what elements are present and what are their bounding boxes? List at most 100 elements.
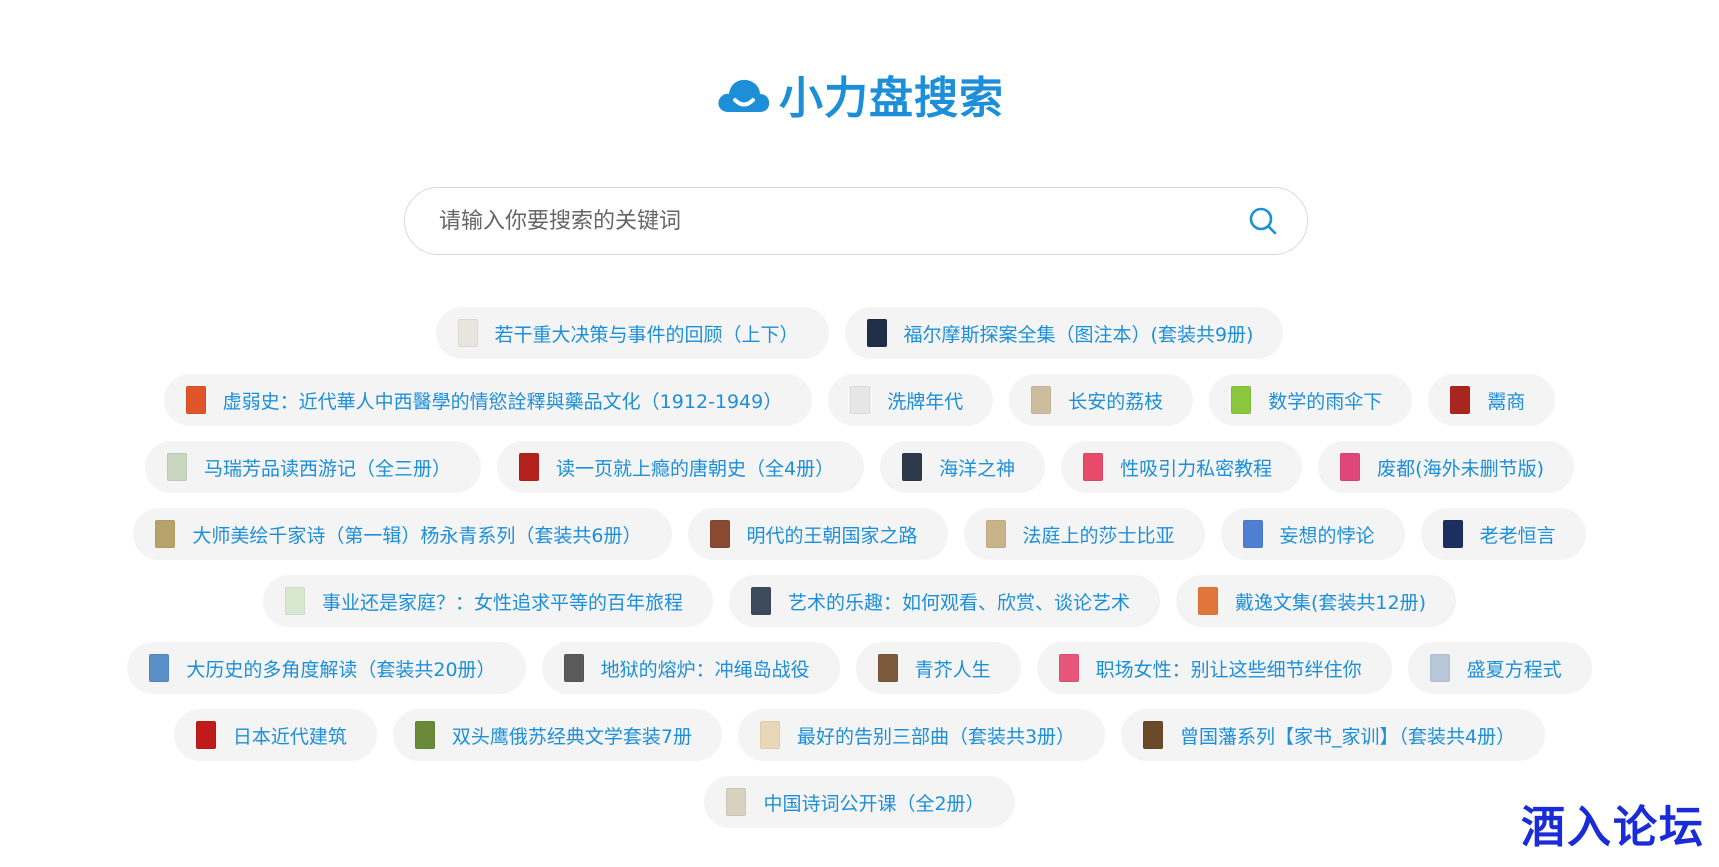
book-cover-thumbnail — [1242, 520, 1263, 548]
book-tag[interactable]: 曾国藩系列【家书_家训】（套装共4册） — [1121, 709, 1546, 761]
book-tag[interactable]: 事业还是家庭？：女性追求平等的百年旅程 — [262, 575, 713, 627]
book-tag-label: 大历史的多角度解读（套装共20册） — [186, 658, 496, 681]
book-tag[interactable]: 法庭上的莎士比亚 — [963, 508, 1205, 560]
tag-row: 日本近代建筑 双头鹰俄苏经典文学套装7册 最好的告别三部曲（套装共3册） 曾国藩系列【… — [0, 709, 1719, 761]
cloud-logo-icon — [718, 79, 770, 112]
book-tag-label: 曾国藩系列【家书_家训】（套装共4册） — [1180, 725, 1516, 748]
book-cover-thumbnail — [709, 520, 730, 548]
tag-row: 虚弱史：近代華人中西醫學的情慾詮釋與藥品文化（1912-1949） 洗牌年代 长安的… — [0, 374, 1719, 426]
tag-row: 中国诗词公开课（全2册） — [0, 776, 1719, 828]
book-cover-thumbnail — [284, 587, 305, 615]
search-box — [404, 187, 1308, 255]
book-tag[interactable]: 大历史的多角度解读（套装共20册） — [127, 642, 526, 694]
book-tag[interactable]: 老老恒言 — [1420, 508, 1586, 560]
book-tag[interactable]: 虚弱史：近代華人中西醫學的情慾詮釋與藥品文化（1912-1949） — [163, 374, 813, 426]
book-cover-thumbnail — [750, 587, 771, 615]
book-tag-label: 鬻商 — [1487, 390, 1526, 413]
book-cover-thumbnail — [1340, 453, 1361, 481]
site-logo[interactable]: 小力盘搜索 — [0, 62, 1719, 126]
book-cover-thumbnail — [850, 386, 871, 414]
book-tag-label: 艺术的乐趣：如何观看、欣赏、谈论艺术 — [787, 591, 1130, 614]
logo-title: 小力盘搜索 — [779, 73, 1004, 124]
book-cover-thumbnail — [1442, 520, 1463, 548]
book-tag-label: 日本近代建筑 — [232, 725, 347, 748]
book-cover-thumbnail — [414, 721, 435, 749]
book-tag-label: 马瑞芳品读西游记（全三册） — [204, 457, 452, 480]
book-tag-label: 洗牌年代 — [887, 390, 964, 413]
book-tag-label: 青芥人生 — [914, 658, 991, 681]
book-cover-thumbnail — [1450, 386, 1471, 414]
book-tag[interactable]: 大师美绘千家诗（第一辑）杨永青系列（套装共6册） — [133, 508, 672, 560]
book-tag[interactable]: 中国诗词公开课（全2册） — [704, 776, 1015, 828]
book-tag[interactable]: 性吸引力私密教程 — [1061, 441, 1303, 493]
hot-search-tags: 若干重大决策与事件的回顾（上下） 福尔摩斯探案全集（图注本）(套装共9册) 虚弱史：… — [0, 307, 1719, 843]
book-tag-label: 地狱的熔炉：冲绳岛战役 — [600, 658, 810, 681]
book-tag[interactable]: 洗牌年代 — [828, 374, 994, 426]
book-tag-label: 法庭上的莎士比亚 — [1022, 524, 1175, 547]
book-tag-label: 事业还是家庭？：女性追求平等的百年旅程 — [321, 591, 683, 614]
book-tag-label: 海洋之神 — [939, 457, 1016, 480]
book-tag-label: 数学的雨伞下 — [1268, 390, 1383, 413]
book-cover-thumbnail — [457, 319, 478, 347]
book-tag[interactable]: 妄想的悖论 — [1220, 508, 1405, 560]
tag-row: 大历史的多角度解读（套装共20册） 地狱的熔炉：冲绳岛战役 青芥人生 职场女性：别让这… — [0, 642, 1719, 694]
book-cover-thumbnail — [1143, 721, 1164, 749]
book-tag[interactable]: 马瑞芳品读西游记（全三册） — [145, 441, 482, 493]
book-tag-label: 虚弱史：近代華人中西醫學的情慾詮釋與藥品文化（1912-1949） — [222, 390, 783, 413]
book-tag-label: 明代的王朝国家之路 — [746, 524, 918, 547]
book-cover-thumbnail — [902, 453, 923, 481]
book-cover-thumbnail — [726, 788, 747, 816]
book-cover-thumbnail — [1083, 453, 1104, 481]
book-tag[interactable]: 读一页就上瘾的唐朝史（全4册） — [497, 441, 865, 493]
book-cover-thumbnail — [185, 386, 206, 414]
book-tag-label: 最好的告别三部曲（套装共3册） — [796, 725, 1076, 748]
book-tag[interactable]: 日本近代建筑 — [173, 709, 377, 761]
book-cover-thumbnail — [195, 721, 216, 749]
book-tag[interactable]: 盛夏方程式 — [1407, 642, 1592, 694]
book-tag-label: 中国诗词公开课（全2册） — [763, 792, 985, 815]
book-tag-label: 盛夏方程式 — [1466, 658, 1562, 681]
book-tag[interactable]: 地狱的熔炉：冲绳岛战役 — [541, 642, 840, 694]
book-cover-thumbnail — [1198, 587, 1218, 615]
book-tag-label: 废都(海外未删节版) — [1377, 457, 1544, 480]
book-tag[interactable]: 长安的荔枝 — [1009, 374, 1194, 426]
book-cover-thumbnail — [1031, 386, 1052, 414]
book-tag-label: 职场女性：别让这些细节绊住你 — [1095, 658, 1362, 681]
book-tag-label: 福尔摩斯探案全集（图注本）(套装共9册) — [903, 323, 1254, 346]
book-tag-label: 若干重大决策与事件的回顾（上下） — [494, 323, 799, 346]
book-tag[interactable]: 艺术的乐趣：如何观看、欣赏、谈论艺术 — [728, 575, 1160, 627]
book-tag[interactable]: 废都(海外未删节版) — [1318, 441, 1574, 493]
book-cover-thumbnail — [149, 654, 170, 682]
tag-row: 马瑞芳品读西游记（全三册） 读一页就上瘾的唐朝史（全4册） 海洋之神 性吸引力私密教程… — [0, 441, 1719, 493]
book-tag[interactable]: 若干重大决策与事件的回顾（上下） — [435, 307, 829, 359]
book-tag[interactable]: 职场女性：别让这些细节绊住你 — [1036, 642, 1392, 694]
book-cover-thumbnail — [155, 520, 176, 548]
book-tag[interactable]: 福尔摩斯探案全集（图注本）(套装共9册) — [844, 307, 1284, 359]
book-tag-label: 大师美绘千家诗（第一辑）杨永青系列（套装共6册） — [192, 524, 642, 547]
book-tag[interactable]: 海洋之神 — [880, 441, 1046, 493]
book-tag-label: 长安的荔枝 — [1068, 390, 1164, 413]
book-cover-thumbnail — [985, 520, 1006, 548]
book-tag-label: 妄想的悖论 — [1279, 524, 1375, 547]
book-tag-label: 读一页就上瘾的唐朝史（全4册） — [556, 457, 835, 480]
book-tag[interactable]: 戴逸文集(套装共12册) — [1176, 575, 1457, 627]
search-button[interactable] — [1245, 203, 1281, 239]
book-cover-thumbnail — [1429, 654, 1450, 682]
book-cover-thumbnail — [167, 453, 188, 481]
book-tag[interactable]: 双头鹰俄苏经典文学套装7册 — [392, 709, 722, 761]
tag-row: 若干重大决策与事件的回顾（上下） 福尔摩斯探案全集（图注本）(套装共9册) — [0, 307, 1719, 359]
book-cover-thumbnail — [1231, 386, 1252, 414]
forum-watermark: 酒入论坛 — [1521, 802, 1705, 853]
book-tag[interactable]: 青芥人生 — [855, 642, 1021, 694]
book-tag[interactable]: 明代的王朝国家之路 — [687, 508, 948, 560]
search-icon — [1249, 207, 1277, 235]
book-tag[interactable]: 鬻商 — [1428, 374, 1556, 426]
book-cover-thumbnail — [563, 654, 584, 682]
book-cover-thumbnail — [1058, 654, 1079, 682]
search-input[interactable] — [437, 207, 1245, 235]
book-tag-label: 戴逸文集(套装共12册) — [1235, 591, 1427, 614]
book-cover-thumbnail — [866, 319, 887, 347]
book-tag[interactable]: 最好的告别三部曲（套装共3册） — [737, 709, 1106, 761]
book-cover-thumbnail — [759, 721, 780, 749]
book-tag[interactable]: 数学的雨伞下 — [1209, 374, 1413, 426]
